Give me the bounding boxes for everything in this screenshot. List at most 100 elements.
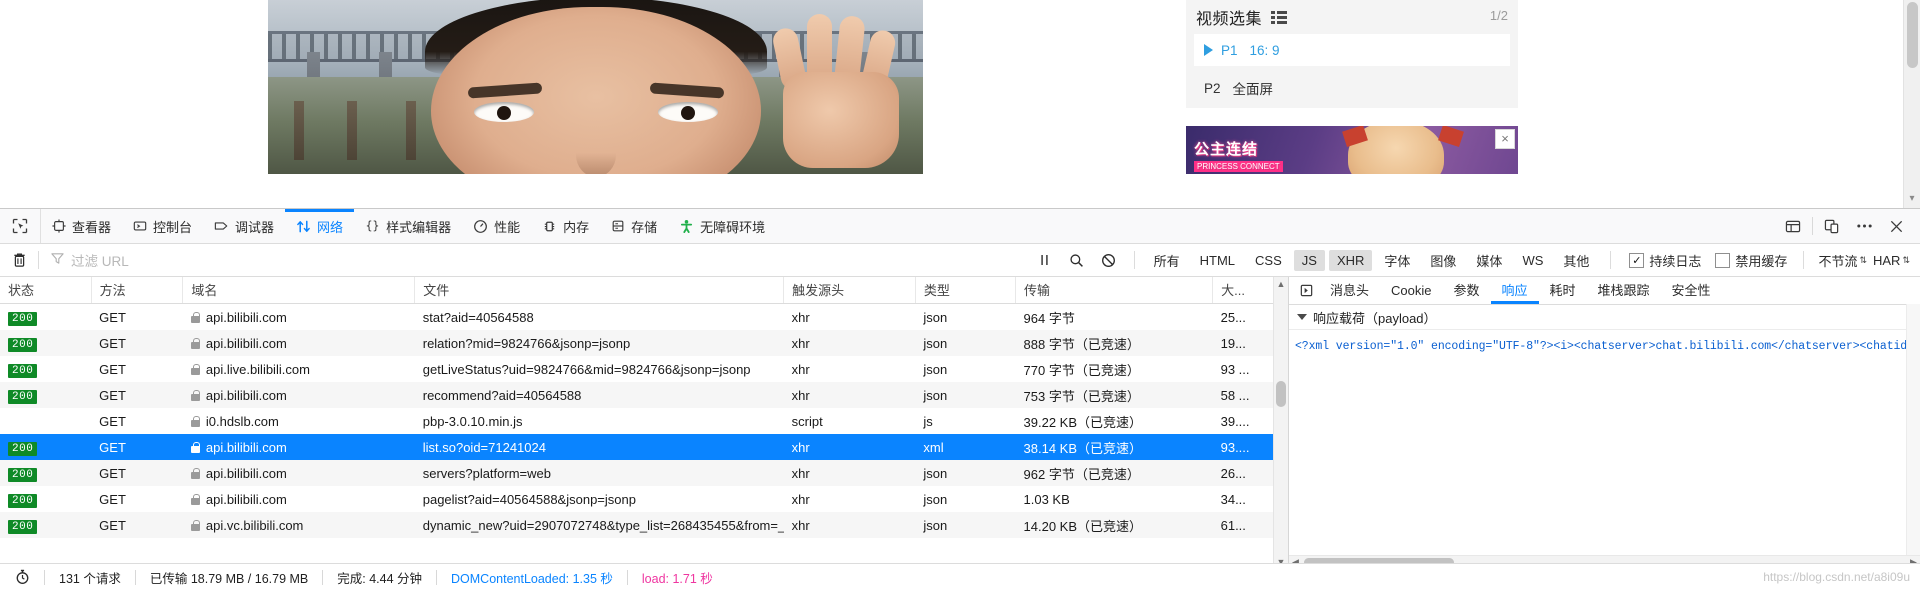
table-row[interactable]: 200 GET api.bilibili.com pagelist?aid=40…: [0, 486, 1288, 512]
cell-transfer: 39.22 KB（已竞速）: [1023, 414, 1143, 430]
detail-tab-headers[interactable]: 消息头: [1319, 277, 1380, 304]
table-row[interactable]: 200 GET api.bilibili.com stat?aid=405645…: [0, 303, 1288, 331]
cell-file: pagelist?aid=40564588&jsonp=jsonp: [422, 491, 636, 507]
status-badge: 200: [8, 493, 38, 508]
filter-icon: [51, 252, 64, 268]
col-header-method[interactable]: 方法: [91, 277, 184, 304]
tab-network[interactable]: 网络: [285, 209, 354, 243]
table-row[interactable]: 200 GET api.live.bilibili.com getLiveSta…: [0, 356, 1288, 382]
network-main-area: 状态 方法 域名 文件 触发源头 类型 传输 大... 200 GET api.…: [0, 277, 1920, 569]
har-select[interactable]: HAR ⇅: [1873, 253, 1910, 268]
network-status-bar: 131 个请求 已传输 18.79 MB / 16.79 MB 完成: 4.44…: [0, 563, 1920, 589]
table-row[interactable]: 200 GET api.bilibili.com relation?mid=98…: [0, 330, 1288, 356]
tab-memory[interactable]: 内存: [531, 209, 600, 243]
request-list-scrollbar[interactable]: ▲ ▼: [1273, 277, 1288, 569]
video-part-item-p1[interactable]: P1 16: 9: [1194, 34, 1510, 66]
lock-icon: [190, 441, 200, 453]
domain-text: api.live.bilibili.com: [205, 361, 310, 377]
scroll-up-icon[interactable]: ▲: [1274, 277, 1288, 291]
filter-url-input[interactable]: 过滤 URL: [39, 250, 651, 270]
close-icon[interactable]: [1880, 209, 1912, 243]
filter-type-js[interactable]: JS: [1293, 249, 1325, 271]
table-row[interactable]: 200 GET api.bilibili.com servers?platfor…: [0, 460, 1288, 486]
scroll-down-icon[interactable]: ▾: [1906, 194, 1918, 204]
pause-icon[interactable]: [1030, 247, 1060, 273]
tab-style-editor[interactable]: {} 样式编辑器: [354, 209, 462, 243]
col-header-transfer[interactable]: 传输: [1015, 277, 1214, 304]
block-icon[interactable]: [1094, 247, 1124, 273]
col-header-type[interactable]: 类型: [915, 277, 1017, 304]
col-header-file[interactable]: 文件: [414, 277, 785, 304]
tab-storage[interactable]: 存储: [600, 209, 668, 243]
list-view-icon[interactable]: [1271, 10, 1288, 24]
col-header-domain[interactable]: 域名: [182, 277, 416, 304]
table-row[interactable]: 200 GET api.vc.bilibili.com dynamic_new?…: [0, 512, 1288, 538]
video-selection-header: 视频选集 1/2: [1186, 0, 1518, 34]
table-row[interactable]: 200 GET api.bilibili.com recommend?aid=4…: [0, 382, 1288, 408]
detail-tab-timings[interactable]: 耗时: [1539, 277, 1587, 304]
tab-inspector[interactable]: 查看器: [41, 209, 122, 243]
cell-transfer: 962 字节（已竞速）: [1023, 466, 1140, 482]
filter-type-html[interactable]: HTML: [1192, 250, 1243, 271]
lock-icon: [190, 389, 200, 401]
cell-file: pbp-3.0.10.min.js: [422, 413, 523, 429]
detail-tab-response[interactable]: 响应: [1491, 277, 1539, 304]
chevron-updown-icon: ⇅: [1859, 254, 1867, 265]
trash-icon[interactable]: [0, 252, 38, 268]
filter-type-font[interactable]: 字体: [1376, 248, 1418, 273]
tab-debugger[interactable]: 调试器: [203, 209, 285, 243]
throttling-select[interactable]: 不节流 ⇅: [1818, 251, 1867, 270]
cell-file: getLiveStatus?uid=9824766&mid=9824766&js…: [422, 361, 751, 377]
table-row[interactable]: GET i0.hdslb.com pbp-3.0.10.min.js scrip…: [0, 408, 1288, 434]
filter-type-image[interactable]: 图像: [1422, 248, 1464, 273]
cell-method: GET: [99, 309, 126, 325]
video-part-item-p2[interactable]: P2 全面屏: [1194, 72, 1510, 104]
cell-cause: xhr: [791, 361, 810, 377]
page-scrollbar-thumb[interactable]: [1907, 2, 1918, 68]
filter-type-media[interactable]: 媒体: [1468, 248, 1510, 273]
open-in-new-icon[interactable]: [1293, 283, 1319, 298]
response-payload-section-header[interactable]: 响应载荷（payload）: [1289, 305, 1920, 330]
cell-method: GET: [99, 439, 126, 455]
tab-label: 查看器: [72, 219, 112, 235]
chevron-updown-icon: ⇅: [1902, 254, 1910, 265]
filter-type-all[interactable]: 所有: [1146, 248, 1188, 273]
col-header-cause[interactable]: 触发源头: [783, 277, 916, 304]
status-badge: 200: [8, 337, 38, 352]
lock-icon: [190, 415, 200, 427]
page-scrollbar[interactable]: ▾: [1903, 0, 1920, 208]
filter-type-xhr[interactable]: XHR: [1328, 249, 1373, 271]
detail-tab-stacktrace[interactable]: 堆栈跟踪: [1587, 277, 1661, 304]
table-row[interactable]: 200 GET api.bilibili.com list.so?oid=712…: [0, 434, 1288, 460]
persist-logs-checkbox[interactable]: ✓ 持续日志: [1629, 251, 1701, 270]
ad-banner[interactable]: 公主连结 PRINCESS CONNECT ×: [1186, 126, 1518, 174]
ad-close-icon[interactable]: ×: [1495, 129, 1515, 149]
cell-file: dynamic_new?uid=2907072748&type_list=268…: [422, 517, 784, 533]
response-payload-content: <?xml version="1.0" encoding="UTF-8"?><i…: [1295, 340, 1914, 353]
video-player[interactable]: [268, 0, 923, 174]
detail-tab-params[interactable]: 参数: [1442, 277, 1490, 304]
detail-tab-security[interactable]: 安全性: [1661, 277, 1722, 304]
search-icon[interactable]: [1062, 247, 1092, 273]
detail-vertical-scrollbar[interactable]: [1906, 304, 1920, 556]
detail-tab-cookie[interactable]: Cookie: [1380, 277, 1442, 304]
filter-type-ws[interactable]: WS: [1514, 250, 1551, 271]
tab-accessibility[interactable]: 无障碍环境: [668, 209, 776, 243]
dock-layout-icon[interactable]: [1777, 209, 1809, 243]
scrollbar-thumb[interactable]: [1276, 381, 1286, 407]
domain-text: api.bilibili.com: [205, 387, 287, 403]
cell-domain: api.bilibili.com: [183, 304, 415, 331]
element-picker-icon[interactable]: [0, 209, 41, 243]
tab-console[interactable]: 控制台: [122, 209, 203, 243]
page-blank-left: [0, 0, 268, 174]
tab-performance[interactable]: 性能: [462, 209, 531, 243]
filter-type-css[interactable]: CSS: [1247, 250, 1290, 271]
col-header-status[interactable]: 状态: [0, 277, 92, 304]
checkbox-icon: ✓: [1629, 252, 1645, 268]
filter-type-other[interactable]: 其他: [1555, 248, 1597, 273]
persist-logs-label: 持续日志: [1649, 253, 1702, 269]
more-options-icon[interactable]: [1848, 209, 1880, 243]
cell-transfer: 964 字节: [1023, 310, 1075, 326]
responsive-design-icon[interactable]: [1816, 209, 1848, 243]
disable-cache-checkbox[interactable]: 禁用缓存: [1715, 251, 1787, 270]
